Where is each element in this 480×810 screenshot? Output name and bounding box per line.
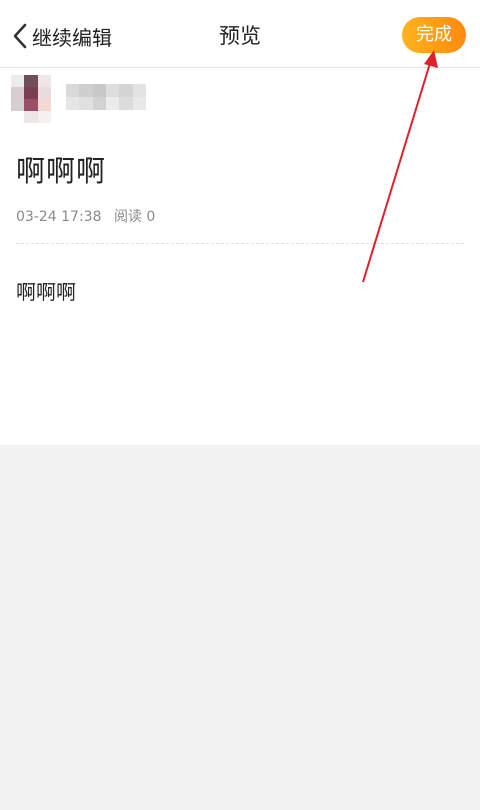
top-bar: 继续编辑 预览 完成	[0, 0, 480, 68]
post-title: 啊啊啊	[16, 154, 107, 188]
avatar[interactable]	[11, 75, 51, 123]
author-name-pixelated	[66, 84, 146, 110]
post-date: 03-24 17:38	[16, 209, 102, 225]
back-label: 继续编辑	[32, 25, 112, 50]
divider	[16, 243, 464, 244]
post-body: 啊啊啊	[16, 280, 76, 304]
chevron-left-icon	[13, 23, 27, 49]
preview-page: 继续编辑 预览 完成 啊啊啊 03-24 17:38 阅读 0 啊啊啊	[0, 0, 480, 810]
done-button[interactable]: 完成	[402, 17, 466, 53]
post-meta: 03-24 17:38 阅读 0	[16, 206, 155, 226]
back-button[interactable]: 继续编辑	[12, 20, 112, 52]
post-preview: 啊啊啊 03-24 17:38 阅读 0 啊啊啊	[0, 68, 480, 445]
read-count: 阅读 0	[113, 209, 156, 225]
